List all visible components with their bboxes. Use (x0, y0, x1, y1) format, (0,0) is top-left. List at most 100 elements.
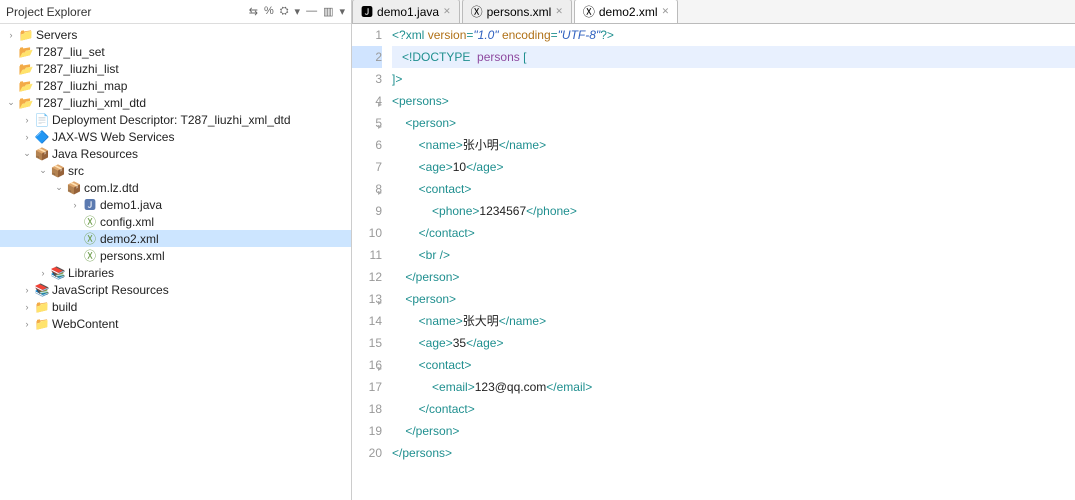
fldr-icon: 📁 (34, 300, 50, 314)
tree-item-build[interactable]: ›📁build (0, 298, 351, 315)
line-number: 2 (352, 46, 382, 68)
tree-item-libraries[interactable]: ›📚Libraries (0, 264, 351, 281)
tree-item-config-xml[interactable]: Ⓧconfig.xml (0, 213, 351, 230)
panel-header: Project Explorer ⇆%⛭▾—▥▾ (0, 0, 351, 24)
token-tag: <contact> (419, 358, 472, 372)
tree-label: JavaScript Resources (52, 283, 169, 297)
code-line[interactable]: <email>123@qq.com</email> (392, 376, 1075, 398)
tree-item-deployment-descriptor-t287-liuzhi-xml-dtd[interactable]: ›📄Deployment Descriptor: T287_liuzhi_xml… (0, 111, 351, 128)
token-txt (392, 402, 419, 416)
code-line[interactable]: <age>10</age> (392, 156, 1075, 178)
token-txt (392, 50, 402, 64)
expand-icon[interactable]: › (20, 302, 34, 312)
tab-demo2-xml[interactable]: Ⓧdemo2.xml ✕ (574, 0, 678, 23)
code-line[interactable]: <?xml version="1.0" encoding="UTF-8"?> (392, 24, 1075, 46)
tab-label: demo2.xml (599, 5, 658, 19)
tree-label: src (68, 164, 84, 178)
close-icon[interactable]: ✕ (443, 6, 451, 17)
src-icon: 📦 (34, 147, 50, 161)
code-line[interactable]: <name>张大明</name> (392, 310, 1075, 332)
tree-item-t287-liuzhi-map[interactable]: 📂T287_liuzhi_map (0, 77, 351, 94)
tree-item-src[interactable]: ⌄📦src (0, 162, 351, 179)
token-tag: </phone> (526, 204, 577, 218)
toolbar-icon-4[interactable]: — (306, 5, 317, 18)
token-txt: 1234567 (479, 204, 526, 218)
token-txt (392, 336, 419, 350)
code-line[interactable]: </person> (392, 420, 1075, 442)
prj-icon: 📂 (18, 96, 34, 110)
code-line[interactable]: </contact> (392, 222, 1075, 244)
code-line[interactable]: <name>张小明</name> (392, 134, 1075, 156)
prj-icon: 📂 (18, 79, 34, 93)
code-line[interactable]: </person> (392, 266, 1075, 288)
expand-icon[interactable]: › (68, 200, 82, 210)
token-tag: </name> (499, 314, 546, 328)
expand-icon[interactable]: ⌄ (52, 182, 66, 193)
tree-label: WebContent (52, 317, 119, 331)
pkg-icon: 📦 (66, 181, 82, 195)
code-line[interactable]: </persons> (392, 442, 1075, 464)
code-content[interactable]: <?xml version="1.0" encoding="UTF-8"?> <… (392, 24, 1075, 500)
tree-item-java-resources[interactable]: ⌄📦Java Resources (0, 145, 351, 162)
token-attr: version (428, 28, 467, 42)
expand-icon[interactable]: ⌄ (4, 97, 18, 108)
toolbar-icon-6[interactable]: ▾ (339, 5, 345, 18)
expand-icon[interactable]: › (20, 285, 34, 295)
tree-label: T287_liuzhi_map (36, 79, 127, 93)
tree-item-com-lz-dtd[interactable]: ⌄📦com.lz.dtd (0, 179, 351, 196)
token-tag: <name> (419, 138, 463, 152)
expand-icon[interactable]: › (20, 319, 34, 329)
xml-icon: Ⓧ (583, 3, 595, 20)
toolbar-icon-2[interactable]: ⛭ (280, 5, 289, 18)
tree-item-webcontent[interactable]: ›📁WebContent (0, 315, 351, 332)
expand-icon[interactable]: › (20, 115, 34, 125)
tree-item-t287-liuzhi-list[interactable]: 📂T287_liuzhi_list (0, 60, 351, 77)
tree-item-demo2-xml[interactable]: Ⓧdemo2.xml (0, 230, 351, 247)
tree-item-javascript-resources[interactable]: ›📚JavaScript Resources (0, 281, 351, 298)
token-tag: <person> (405, 292, 456, 306)
code-line[interactable]: <contact> (392, 354, 1075, 376)
tree-item-persons-xml[interactable]: Ⓧpersons.xml (0, 247, 351, 264)
code-line[interactable]: <phone>1234567</phone> (392, 200, 1075, 222)
expand-icon[interactable]: › (20, 132, 34, 142)
token-doct: [ (523, 50, 526, 64)
tree-item-t287-liuzhi-xml-dtd[interactable]: ⌄📂T287_liuzhi_xml_dtd (0, 94, 351, 111)
close-icon[interactable]: ✕ (662, 6, 670, 17)
expand-icon[interactable]: › (4, 30, 18, 40)
tree-item-servers[interactable]: ›📁Servers (0, 26, 351, 43)
toolbar-icon-3[interactable]: ▾ (295, 5, 301, 18)
close-icon[interactable]: ✕ (555, 6, 563, 17)
pkg-icon: 📦 (50, 164, 66, 178)
line-number: 1 (352, 24, 382, 46)
tab-persons-xml[interactable]: Ⓧpersons.xml✕ (462, 0, 572, 23)
toolbar-icon-0[interactable]: ⇆ (249, 5, 258, 18)
tree-item-jax-ws-web-services[interactable]: ›🔷JAX-WS Web Services (0, 128, 351, 145)
code-line[interactable]: <person> (392, 112, 1075, 134)
tree-item-demo1-java[interactable]: ›🅹demo1.java (0, 196, 351, 213)
token-txt (392, 248, 419, 262)
code-line[interactable]: <age>35</age> (392, 332, 1075, 354)
code-line[interactable]: <br /> (392, 244, 1075, 266)
code-line[interactable]: </contact> (392, 398, 1075, 420)
code-line[interactable]: <person> (392, 288, 1075, 310)
expand-icon[interactable]: ⌄ (20, 148, 34, 159)
tab-demo1-java[interactable]: 🅹demo1.java✕ (352, 0, 460, 23)
tree-label: Java Resources (52, 147, 138, 161)
code-line[interactable]: <persons> (392, 90, 1075, 112)
token-tag: <email> (432, 380, 475, 394)
code-line[interactable]: ]> (392, 68, 1075, 90)
code-line[interactable]: <contact> (392, 178, 1075, 200)
expand-icon[interactable]: › (36, 268, 50, 278)
code-editor[interactable]: 1234567891011121314151617181920 <?xml ve… (352, 24, 1075, 500)
token-tag: </contact> (419, 402, 475, 416)
editor-area: 🅹demo1.java✕Ⓧpersons.xml✕ Ⓧdemo2.xml ✕ 123… (352, 0, 1075, 500)
tree-item-t287-liu-set[interactable]: 📂T287_liu_set (0, 43, 351, 60)
toolbar-icon-5[interactable]: ▥ (323, 5, 333, 18)
line-number: 10 (352, 222, 382, 244)
token-pi: xml (406, 28, 428, 42)
line-number: 7 (352, 156, 382, 178)
code-line[interactable]: <!DOCTYPE persons [ (392, 46, 1075, 68)
expand-icon[interactable]: ⌄ (36, 165, 50, 176)
toolbar-icon-1[interactable]: % (264, 5, 274, 18)
project-tree[interactable]: ›📁Servers📂T287_liu_set📂T287_liuzhi_list📂… (0, 24, 351, 500)
